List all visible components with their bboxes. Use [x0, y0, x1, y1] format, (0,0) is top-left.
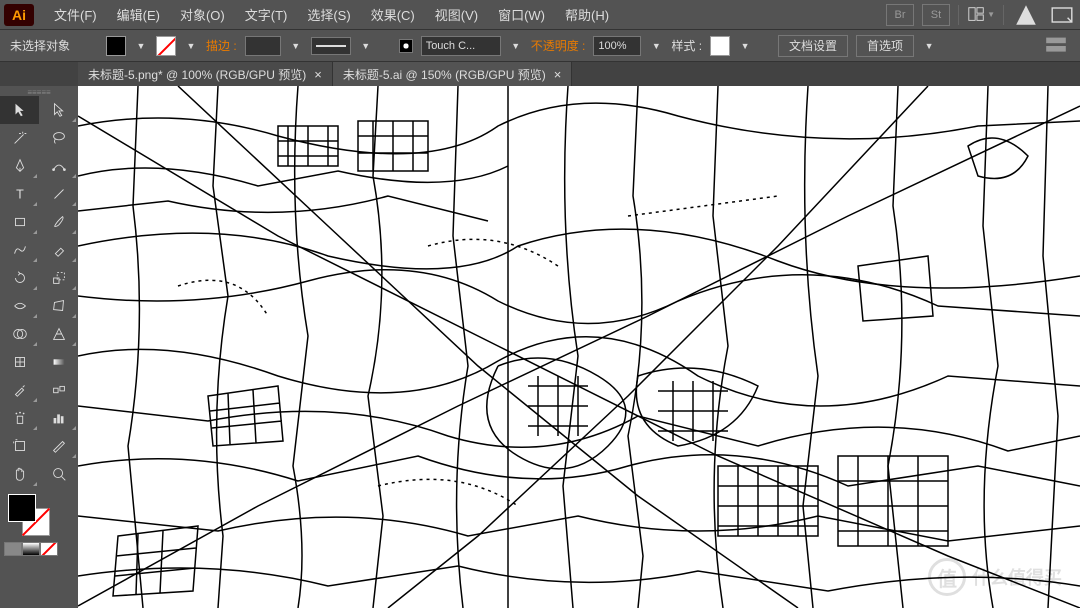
preferences-button[interactable]: 首选项 [856, 35, 914, 57]
paintbrush-tool[interactable] [39, 208, 78, 236]
style-label: 样式 : [671, 37, 702, 54]
stroke-weight-dropdown[interactable]: ▼ [289, 39, 303, 53]
foreground-color[interactable] [8, 494, 36, 522]
style-swatch[interactable] [710, 36, 730, 56]
separator [958, 5, 959, 25]
gradient-tool[interactable] [39, 348, 78, 376]
document-tab-bar: 未标题-5.png* @ 100% (RGB/GPU 预览) × 未标题-5.a… [0, 62, 1080, 86]
gradient-mode[interactable] [22, 542, 40, 556]
menu-select[interactable]: 选择(S) [297, 0, 360, 30]
artboard-tool[interactable] [0, 432, 39, 460]
type-tool[interactable]: T [0, 180, 39, 208]
menu-edit[interactable]: 编辑(E) [107, 0, 170, 30]
menu-type[interactable]: 文字(T) [235, 0, 298, 30]
canvas-area[interactable]: 值 什么值得买 [78, 86, 1080, 608]
arrange-icon[interactable]: ▼ [967, 4, 995, 26]
tab-title: 未标题-5.ai @ 150% (RGB/GPU 预览) [343, 66, 546, 83]
shaper-tool[interactable] [0, 236, 39, 264]
selection-label: 未选择对象 [10, 37, 70, 54]
opacity-label: 不透明度 : [531, 37, 586, 54]
blend-tool[interactable] [39, 376, 78, 404]
scale-tool[interactable] [39, 264, 78, 292]
brush-dd[interactable]: ▼ [509, 39, 523, 53]
selection-tool[interactable] [0, 96, 39, 124]
rectangle-tool[interactable] [0, 208, 39, 236]
panel-handle[interactable]: ≡≡≡≡≡ [0, 88, 78, 96]
close-icon[interactable]: × [554, 67, 562, 82]
zoom-tool[interactable] [39, 460, 78, 488]
rotate-tool[interactable] [0, 264, 39, 292]
style-dropdown[interactable]: ▼ [738, 39, 752, 53]
width-tool[interactable] [0, 292, 39, 320]
color-picker[interactable] [0, 488, 78, 536]
none-mode[interactable] [40, 542, 58, 556]
workspace: ≡≡≡≡≡ T [0, 86, 1080, 608]
options-bar: 未选择对象 ▼ ▼ 描边 : ▼ ▼ Touch C... ▼ 不透明度 : 1… [0, 30, 1080, 62]
column-graph-tool[interactable] [39, 404, 78, 432]
menu-window[interactable]: 窗口(W) [488, 0, 555, 30]
hand-tool[interactable] [0, 460, 39, 488]
menu-bar: Ai 文件(F) 编辑(E) 对象(O) 文字(T) 选择(S) 效果(C) 视… [0, 0, 1080, 30]
eraser-tool[interactable] [39, 236, 78, 264]
stroke-dropdown[interactable]: ▼ [184, 39, 198, 53]
free-transform-tool[interactable] [39, 292, 78, 320]
stock-icon[interactable]: St [922, 4, 950, 26]
lasso-tool[interactable] [39, 124, 78, 152]
slice-tool[interactable] [39, 432, 78, 460]
search-icon[interactable] [1048, 4, 1076, 26]
line-tool[interactable] [39, 180, 78, 208]
stroke-swatch[interactable] [156, 36, 176, 56]
prefs-dropdown[interactable]: ▼ [922, 39, 936, 53]
stroke-style-dropdown[interactable]: ▼ [359, 39, 373, 53]
pen-tool[interactable] [0, 152, 39, 180]
svg-text:T: T [16, 188, 24, 202]
brush-dropdown[interactable]: Touch C... [421, 36, 501, 56]
brush-dot[interactable] [399, 39, 413, 53]
fill-swatch[interactable] [106, 36, 126, 56]
map-artwork [78, 86, 1080, 608]
opacity-input[interactable]: 100% [593, 36, 641, 56]
menu-help[interactable]: 帮助(H) [555, 0, 619, 30]
close-icon[interactable]: × [314, 67, 322, 82]
opacity-dropdown[interactable]: ▼ [649, 39, 663, 53]
gpu-icon[interactable] [1012, 4, 1040, 26]
bridge-icon[interactable]: Br [886, 4, 914, 26]
shape-builder-tool[interactable] [0, 320, 39, 348]
separator [1003, 5, 1004, 25]
menu-view[interactable]: 视图(V) [425, 0, 488, 30]
document-setup-button[interactable]: 文档设置 [778, 35, 848, 57]
menu-object[interactable]: 对象(O) [170, 0, 235, 30]
direct-selection-tool[interactable] [39, 96, 78, 124]
curvature-tool[interactable] [39, 152, 78, 180]
draw-mode-row [0, 536, 78, 562]
color-mode[interactable] [4, 542, 22, 556]
menu-file[interactable]: 文件(F) [44, 0, 107, 30]
stroke-style-preview[interactable] [311, 37, 351, 55]
document-tab[interactable]: 未标题-5.ai @ 150% (RGB/GPU 预览) × [333, 62, 572, 86]
stroke-label: 描边 : [206, 37, 237, 54]
panel-icon[interactable] [1042, 35, 1070, 57]
stroke-weight-input[interactable] [245, 36, 281, 56]
document-tab[interactable]: 未标题-5.png* @ 100% (RGB/GPU 预览) × [78, 62, 333, 86]
fill-dropdown[interactable]: ▼ [134, 39, 148, 53]
app-logo: Ai [4, 4, 34, 26]
tab-title: 未标题-5.png* @ 100% (RGB/GPU 预览) [88, 66, 306, 83]
menu-effect[interactable]: 效果(C) [361, 0, 425, 30]
mesh-tool[interactable] [0, 348, 39, 376]
perspective-tool[interactable] [39, 320, 78, 348]
tools-panel: ≡≡≡≡≡ T [0, 86, 78, 608]
magic-wand-tool[interactable] [0, 124, 39, 152]
eyedropper-tool[interactable] [0, 376, 39, 404]
symbol-sprayer-tool[interactable] [0, 404, 39, 432]
